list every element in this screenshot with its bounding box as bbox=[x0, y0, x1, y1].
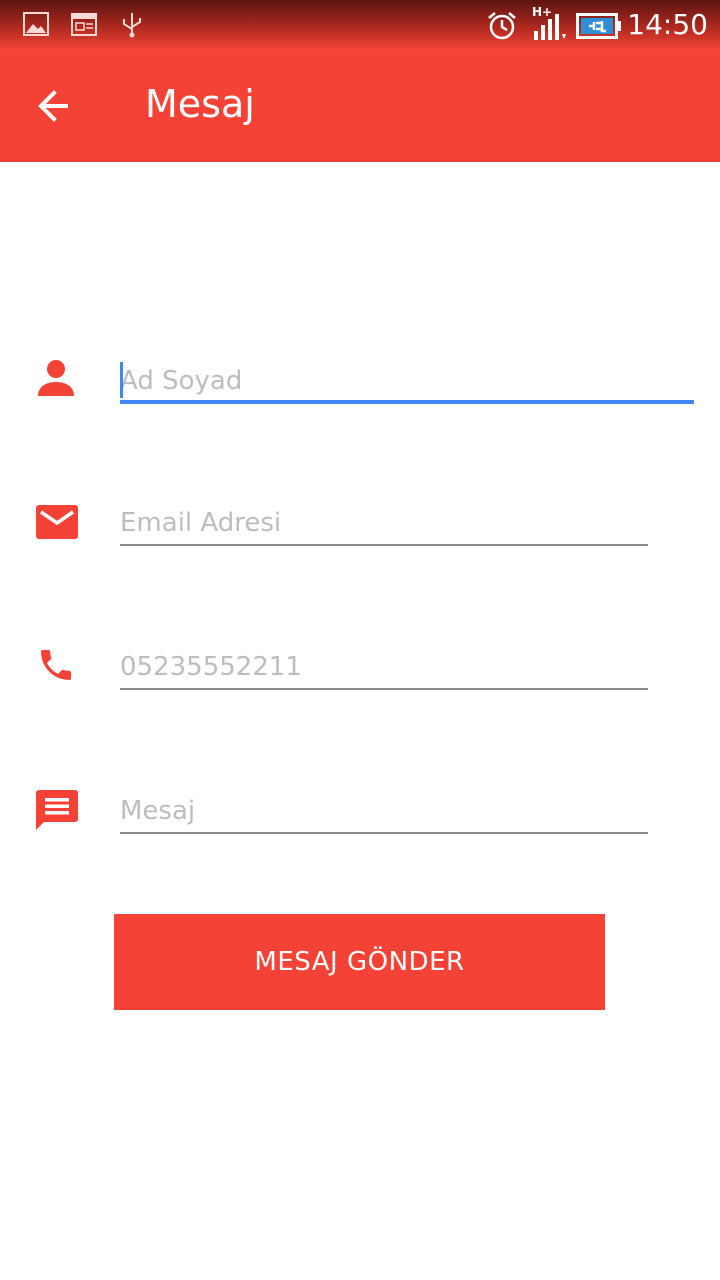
name-input[interactable]: Ad Soyad bbox=[120, 354, 694, 404]
phone-input-underline bbox=[120, 688, 648, 690]
person-icon bbox=[38, 360, 74, 396]
app-bar: Mesaj bbox=[0, 50, 720, 162]
email-input[interactable]: Email Adresi bbox=[120, 496, 648, 546]
phone-input-placeholder: 05235552211 bbox=[120, 652, 302, 682]
message-input-placeholder: Mesaj bbox=[120, 796, 196, 826]
arrow-back-icon[interactable] bbox=[30, 80, 82, 132]
email-input-placeholder: Email Adresi bbox=[120, 508, 282, 538]
message-icon bbox=[36, 790, 78, 830]
send-message-button[interactable]: MESAJ GÖNDER bbox=[114, 914, 605, 1010]
text-cursor bbox=[120, 362, 123, 398]
signal-hplus-icon bbox=[534, 14, 566, 40]
status-bar: H+ 14:50 bbox=[0, 0, 720, 50]
alarm-icon bbox=[488, 12, 516, 40]
mail-icon bbox=[36, 505, 78, 539]
calendar-icon bbox=[71, 13, 97, 36]
gallery-icon bbox=[23, 12, 49, 36]
name-input-placeholder: Ad Soyad bbox=[120, 366, 243, 396]
email-input-underline bbox=[120, 544, 648, 546]
battery-charging-icon bbox=[576, 13, 621, 39]
status-time: 14:50 bbox=[627, 8, 708, 41]
phone-icon bbox=[41, 650, 71, 680]
page-title: Mesaj bbox=[145, 82, 255, 126]
message-input[interactable]: Mesaj bbox=[120, 784, 648, 834]
name-input-underline bbox=[120, 400, 694, 404]
message-input-underline bbox=[120, 832, 648, 834]
usb-icon bbox=[123, 13, 141, 38]
phone-input[interactable]: 05235552211 bbox=[120, 640, 648, 690]
